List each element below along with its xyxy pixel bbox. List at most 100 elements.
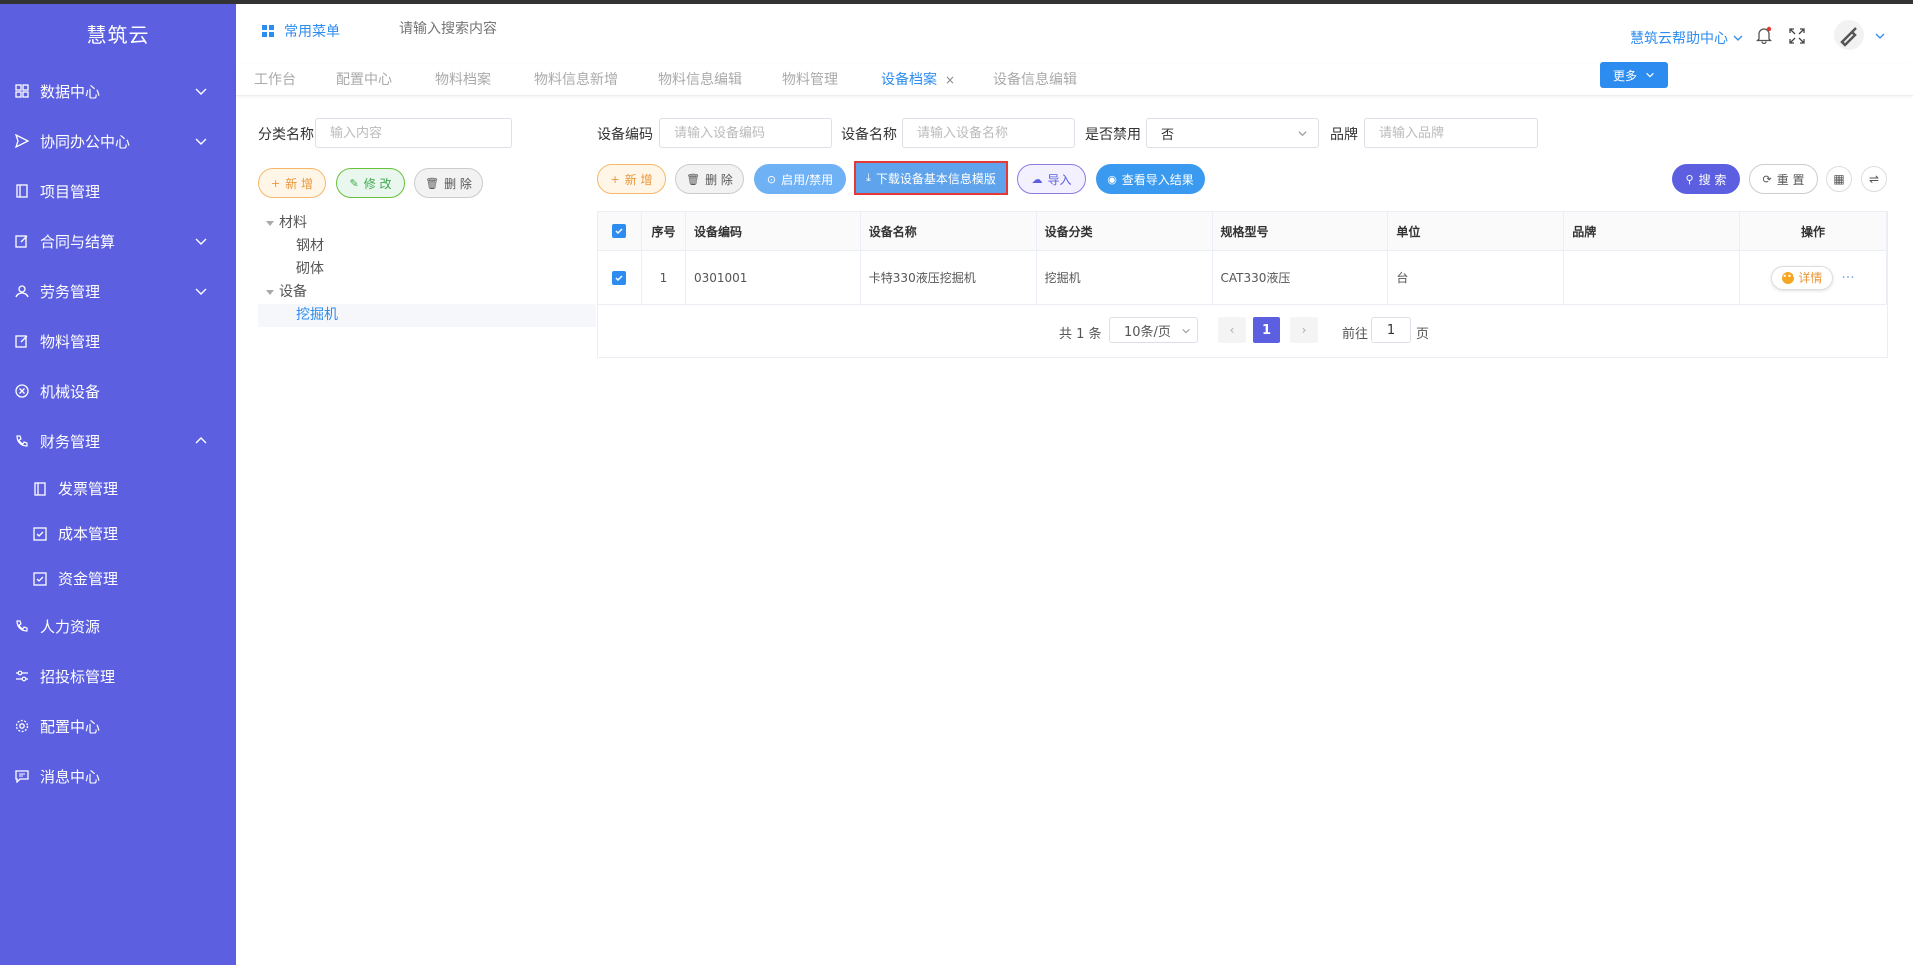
import-button[interactable]: ☁ 导入 — [1017, 164, 1086, 194]
device-code-input[interactable] — [659, 118, 832, 148]
category-add-button[interactable]: + 新 增 — [258, 168, 326, 198]
sidebar: 慧筑云 数据中心 协同办公中心 项目管理 合同与结算 劳务管理 物料管理 机械设备 财务管理发… — [0, 4, 236, 965]
current-page[interactable]: 1 — [1253, 317, 1280, 343]
search-button[interactable]: ⚲ 搜 索 — [1672, 164, 1740, 194]
filter-settings-button[interactable]: ⇌ — [1861, 166, 1887, 192]
view-import-result-label: 查看导入结果 — [1121, 172, 1194, 187]
tab-5[interactable]: 物料管理 — [782, 68, 838, 92]
chevron-down-icon — [194, 284, 208, 298]
sidebar-item[interactable]: 合同与结算 — [0, 216, 236, 266]
detail-button[interactable]: ••• 详情 — [1771, 265, 1834, 290]
chevron-right-icon: › — [1301, 323, 1307, 337]
tab-0[interactable]: 工作台 — [254, 68, 296, 92]
device-name-input[interactable] — [902, 118, 1075, 148]
tab-label: 配置中心 — [336, 72, 392, 88]
tree-node[interactable]: 设备 — [258, 281, 596, 304]
category-edit-button[interactable]: ✎ 修 改 — [336, 168, 405, 198]
sliders-icon — [14, 668, 30, 684]
sidebar-subitem[interactable]: 发票管理 — [0, 466, 236, 511]
edit-icon — [14, 333, 30, 349]
prev-page-button[interactable]: ‹ — [1218, 317, 1246, 343]
table-row[interactable]: 1 0301001 卡特330液压挖掘机 挖掘机 CAT330液压台 ••• 详情 ··· — [598, 251, 1887, 305]
sidebar-item[interactable]: 协同办公中心 — [0, 116, 236, 166]
sidebar-item[interactable]: 机械设备 — [0, 366, 236, 416]
tree-node-label: 砌体 — [296, 261, 324, 277]
columns-button[interactable]: ▦ — [1826, 166, 1852, 192]
sidebar-item[interactable]: 财务管理 — [0, 416, 236, 466]
tree-node-label: 挖掘机 — [296, 307, 338, 323]
sidebar-subitem[interactable]: 成本管理 — [0, 511, 236, 556]
fullscreen-icon[interactable] — [1789, 28, 1805, 44]
download-template-label: 下载设备基本信息模版 — [875, 171, 996, 186]
sidebar-item[interactable]: 招投标管理 — [0, 651, 236, 701]
tree-node[interactable]: 材料 — [258, 212, 596, 235]
tab-label: 设备信息编辑 — [993, 72, 1077, 88]
tab-label: 物料档案 — [435, 72, 491, 88]
brand-input[interactable] — [1364, 118, 1538, 148]
more-dots-icon[interactable]: ··· — [1841, 270, 1854, 286]
caret-down-icon[interactable] — [266, 290, 274, 295]
category-delete-button[interactable]: 🗑 删 除 — [414, 168, 483, 198]
sidebar-item[interactable]: 数据中心 — [0, 66, 236, 116]
sidebar-subitem[interactable]: 资金管理 — [0, 556, 236, 601]
tab-label: 物料信息编辑 — [658, 72, 742, 88]
sidebar-item[interactable]: 配置中心 — [0, 701, 236, 751]
send-icon — [14, 133, 30, 149]
toggle-enable-button[interactable]: ⊙ 启用/禁用 — [754, 164, 846, 194]
view-import-result-button[interactable]: ◉ 查看导入结果 — [1096, 164, 1205, 194]
tab-label: 物料管理 — [782, 72, 838, 88]
select-all-checkbox[interactable] — [598, 212, 642, 250]
tree-node[interactable]: 钢材 — [258, 235, 596, 258]
delete-device-button[interactable]: 🗑 删 除 — [675, 164, 744, 194]
close-circle-icon — [14, 383, 30, 399]
global-search-input[interactable] — [399, 21, 599, 37]
sidebar-item[interactable]: 劳务管理 — [0, 266, 236, 316]
add-device-button[interactable]: + 新 增 — [597, 164, 666, 194]
tab-4[interactable]: 物料信息编辑 — [658, 68, 742, 92]
common-menu-button[interactable]: 常用菜单 — [262, 21, 340, 41]
cell-unit: 台 — [1388, 251, 1565, 304]
checkbox-icon[interactable] — [612, 224, 627, 238]
avatar[interactable] — [1834, 20, 1864, 50]
next-page-button[interactable]: › — [1290, 317, 1318, 343]
sidebar-item[interactable]: 物料管理 — [0, 316, 236, 366]
sidebar-item-label: 发票管理 — [58, 480, 119, 498]
tool-icon — [1840, 27, 1857, 47]
chevron-up-icon — [194, 434, 208, 448]
chevron-down-icon — [194, 84, 208, 98]
goto-page-input[interactable] — [1371, 317, 1411, 343]
download-template-button[interactable]: ⤓ 下载设备基本信息模版 — [854, 161, 1008, 195]
close-icon[interactable]: × — [945, 73, 955, 87]
category-name-input[interactable] — [315, 118, 512, 148]
grid-icon — [14, 83, 30, 99]
caret-down-icon[interactable] — [266, 221, 274, 226]
tab-2[interactable]: 物料档案 — [435, 68, 491, 92]
sidebar-item[interactable]: 人力资源 — [0, 601, 236, 651]
tab-6[interactable]: 设备档案 × — [881, 68, 955, 92]
column-header: 序号 — [641, 212, 686, 250]
checkbox-icon[interactable] — [612, 270, 627, 285]
table-grid-icon: ▦ — [1833, 172, 1845, 186]
tree-node[interactable]: 砌体 — [258, 258, 596, 281]
tab-7[interactable]: 设备信息编辑 — [993, 68, 1077, 92]
tab-3[interactable]: 物料信息新增 — [534, 68, 618, 92]
chevron-down-icon[interactable] — [1874, 30, 1886, 42]
help-center-link[interactable]: 慧筑云帮助中心 — [1630, 28, 1744, 48]
reset-label: 重 置 — [1776, 172, 1805, 187]
tree-node[interactable]: 挖掘机 — [258, 304, 596, 327]
search-label: 搜 索 — [1698, 172, 1727, 187]
column-header: 设备分类 — [1036, 212, 1213, 250]
more-button[interactable]: 更多 — [1600, 62, 1668, 88]
disabled-select[interactable]: 否 — [1146, 118, 1319, 148]
tab-1[interactable]: 配置中心 — [336, 68, 392, 92]
column-header: 设备编码 — [685, 212, 861, 250]
sidebar-item[interactable]: 消息中心 — [0, 751, 236, 801]
more-button-label: 更多 — [1612, 68, 1637, 83]
reset-button[interactable]: ⟳ 重 置 — [1749, 164, 1818, 194]
row-checkbox[interactable] — [598, 251, 642, 304]
sidebar-item[interactable]: 项目管理 — [0, 166, 236, 216]
import-label: 导入 — [1047, 172, 1072, 187]
page-size-select[interactable]: 10条/页 — [1109, 317, 1198, 343]
bell-icon[interactable] — [1755, 26, 1773, 44]
chevron-down-icon — [1733, 35, 1743, 41]
